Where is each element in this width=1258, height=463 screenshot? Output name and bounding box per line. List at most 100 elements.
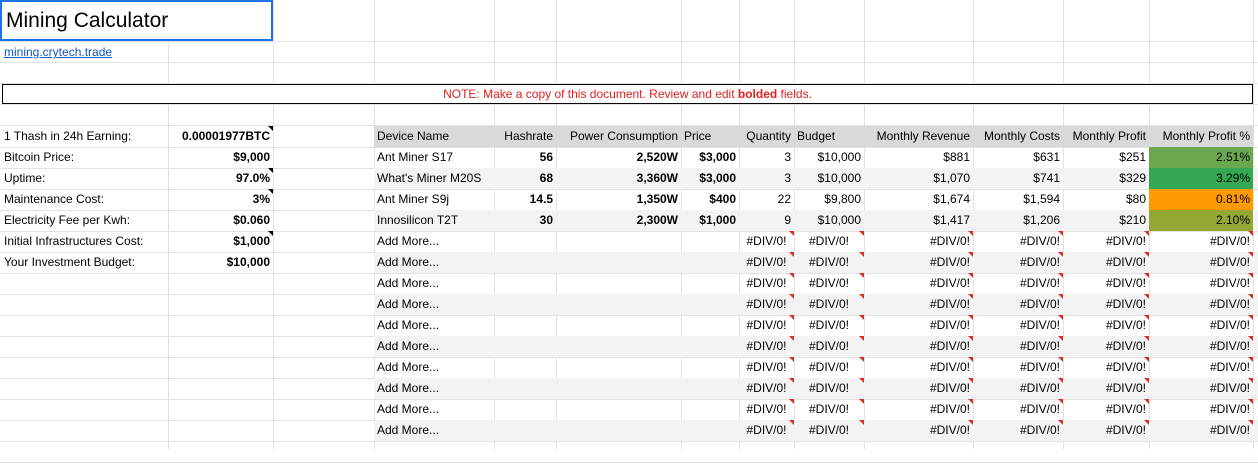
empty-cell[interactable]: [494, 231, 556, 252]
table-cell[interactable]: 2,520W: [556, 147, 681, 168]
error-cell[interactable]: #DIV/0!: [973, 294, 1063, 315]
table-cell[interactable]: 3: [739, 147, 794, 168]
error-cell[interactable]: #DIV/0!: [864, 294, 973, 315]
error-cell[interactable]: #DIV/0!: [794, 420, 864, 441]
error-cell[interactable]: #DIV/0!: [1149, 420, 1253, 441]
table-cell[interactable]: $741: [973, 168, 1063, 189]
error-cell[interactable]: #DIV/0!: [973, 315, 1063, 336]
empty-cell[interactable]: [494, 252, 556, 273]
empty-cell[interactable]: [681, 294, 739, 315]
error-cell[interactable]: #DIV/0!: [794, 336, 864, 357]
table-cell[interactable]: 9: [739, 210, 794, 231]
error-cell[interactable]: #DIV/0!: [973, 273, 1063, 294]
empty-cell[interactable]: [494, 273, 556, 294]
empty-cell[interactable]: [556, 378, 681, 399]
table-cell[interactable]: 22: [739, 189, 794, 210]
table-cell[interactable]: $3,000: [681, 147, 739, 168]
empty-cell[interactable]: [494, 420, 556, 441]
empty-cell[interactable]: [556, 252, 681, 273]
empty-cell[interactable]: [556, 357, 681, 378]
error-cell[interactable]: #DIV/0!: [1063, 336, 1149, 357]
table-cell[interactable]: $10,000: [794, 168, 864, 189]
error-cell[interactable]: #DIV/0!: [1063, 357, 1149, 378]
error-cell[interactable]: #DIV/0!: [1149, 336, 1253, 357]
add-more-cell[interactable]: Add More...: [374, 399, 494, 420]
param-value[interactable]: 97.0%: [168, 168, 273, 189]
table-cell[interactable]: $1,000: [681, 210, 739, 231]
error-cell[interactable]: #DIV/0!: [739, 231, 794, 252]
error-cell[interactable]: #DIV/0!: [1149, 399, 1253, 420]
add-more-cell[interactable]: Add More...: [374, 420, 494, 441]
error-cell[interactable]: #DIV/0!: [1063, 420, 1149, 441]
error-cell[interactable]: #DIV/0!: [973, 399, 1063, 420]
error-cell[interactable]: #DIV/0!: [864, 252, 973, 273]
table-cell[interactable]: $10,000: [794, 147, 864, 168]
empty-cell[interactable]: [681, 378, 739, 399]
empty-cell[interactable]: [681, 273, 739, 294]
table-cell[interactable]: $1,070: [864, 168, 973, 189]
error-cell[interactable]: #DIV/0!: [864, 336, 973, 357]
error-cell[interactable]: #DIV/0!: [739, 336, 794, 357]
empty-cell[interactable]: [681, 399, 739, 420]
table-cell[interactable]: 2.10%: [1149, 210, 1253, 231]
table-cell[interactable]: 68: [494, 168, 556, 189]
error-cell[interactable]: #DIV/0!: [1149, 378, 1253, 399]
empty-cell[interactable]: [556, 336, 681, 357]
error-cell[interactable]: #DIV/0!: [864, 273, 973, 294]
error-cell[interactable]: #DIV/0!: [739, 420, 794, 441]
table-cell[interactable]: $251: [1063, 147, 1149, 168]
table-cell[interactable]: $210: [1063, 210, 1149, 231]
empty-cell[interactable]: [556, 315, 681, 336]
error-cell[interactable]: #DIV/0!: [1063, 399, 1149, 420]
error-cell[interactable]: #DIV/0!: [739, 357, 794, 378]
error-cell[interactable]: #DIV/0!: [794, 357, 864, 378]
sheet-title-cell[interactable]: Mining Calculator: [0, 0, 273, 41]
empty-cell[interactable]: [681, 315, 739, 336]
error-cell[interactable]: #DIV/0!: [973, 231, 1063, 252]
error-cell[interactable]: #DIV/0!: [794, 231, 864, 252]
error-cell[interactable]: #DIV/0!: [739, 378, 794, 399]
table-cell[interactable]: $1,594: [973, 189, 1063, 210]
error-cell[interactable]: #DIV/0!: [794, 378, 864, 399]
param-value[interactable]: $1,000: [168, 231, 273, 252]
device-name-cell[interactable]: Ant Miner S9j: [374, 189, 494, 210]
empty-cell[interactable]: [556, 294, 681, 315]
table-cell[interactable]: 0.81%: [1149, 189, 1253, 210]
error-cell[interactable]: #DIV/0!: [973, 336, 1063, 357]
error-cell[interactable]: #DIV/0!: [1149, 357, 1253, 378]
empty-cell[interactable]: [494, 336, 556, 357]
error-cell[interactable]: #DIV/0!: [1149, 231, 1253, 252]
table-cell[interactable]: 3,360W: [556, 168, 681, 189]
empty-cell[interactable]: [494, 315, 556, 336]
error-cell[interactable]: #DIV/0!: [864, 378, 973, 399]
error-cell[interactable]: #DIV/0!: [864, 399, 973, 420]
param-value[interactable]: 3%: [168, 189, 273, 210]
empty-cell[interactable]: [556, 273, 681, 294]
table-cell[interactable]: 14.5: [494, 189, 556, 210]
error-cell[interactable]: #DIV/0!: [739, 399, 794, 420]
add-more-cell[interactable]: Add More...: [374, 315, 494, 336]
empty-cell[interactable]: [494, 399, 556, 420]
table-cell[interactable]: $329: [1063, 168, 1149, 189]
error-cell[interactable]: #DIV/0!: [1149, 315, 1253, 336]
table-cell[interactable]: 2,300W: [556, 210, 681, 231]
empty-cell[interactable]: [556, 420, 681, 441]
table-cell[interactable]: $1,417: [864, 210, 973, 231]
error-cell[interactable]: #DIV/0!: [973, 252, 1063, 273]
table-cell[interactable]: $1,206: [973, 210, 1063, 231]
error-cell[interactable]: #DIV/0!: [973, 357, 1063, 378]
table-cell[interactable]: $9,800: [794, 189, 864, 210]
table-cell[interactable]: 56: [494, 147, 556, 168]
empty-cell[interactable]: [556, 231, 681, 252]
error-cell[interactable]: #DIV/0!: [864, 231, 973, 252]
error-cell[interactable]: #DIV/0!: [794, 294, 864, 315]
add-more-cell[interactable]: Add More...: [374, 294, 494, 315]
empty-cell[interactable]: [681, 231, 739, 252]
table-cell[interactable]: 1,350W: [556, 189, 681, 210]
error-cell[interactable]: #DIV/0!: [794, 252, 864, 273]
error-cell[interactable]: #DIV/0!: [1149, 273, 1253, 294]
table-cell[interactable]: $881: [864, 147, 973, 168]
error-cell[interactable]: #DIV/0!: [794, 315, 864, 336]
error-cell[interactable]: #DIV/0!: [794, 399, 864, 420]
error-cell[interactable]: #DIV/0!: [739, 252, 794, 273]
